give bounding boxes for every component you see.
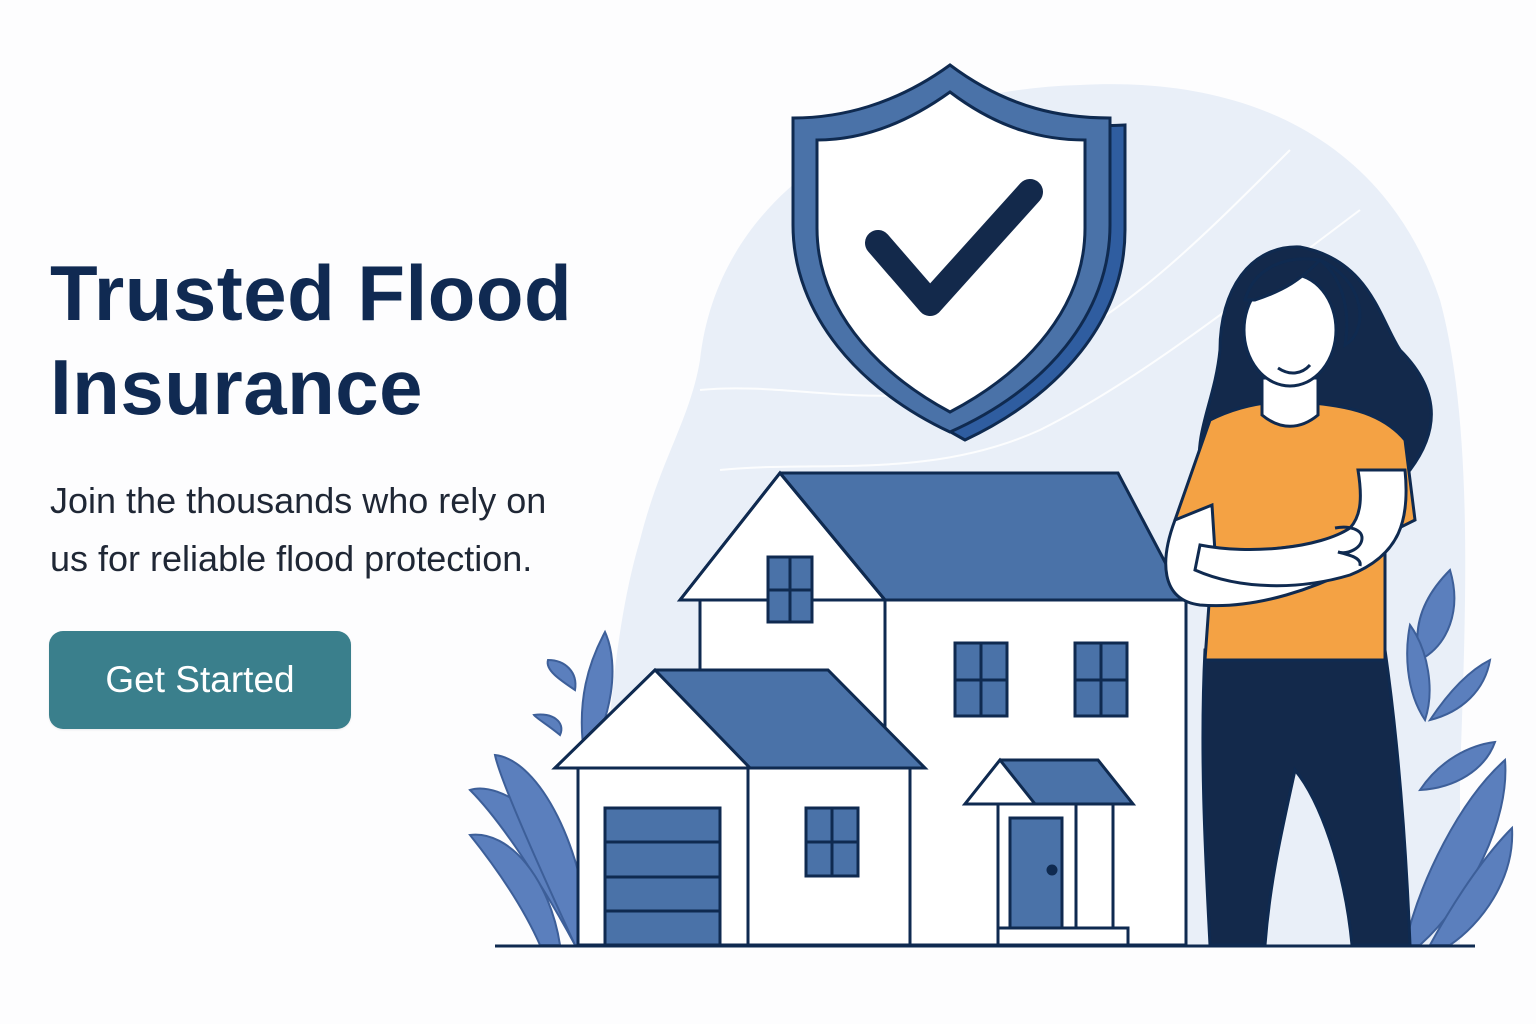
hero-illustration	[468, 63, 1514, 948]
